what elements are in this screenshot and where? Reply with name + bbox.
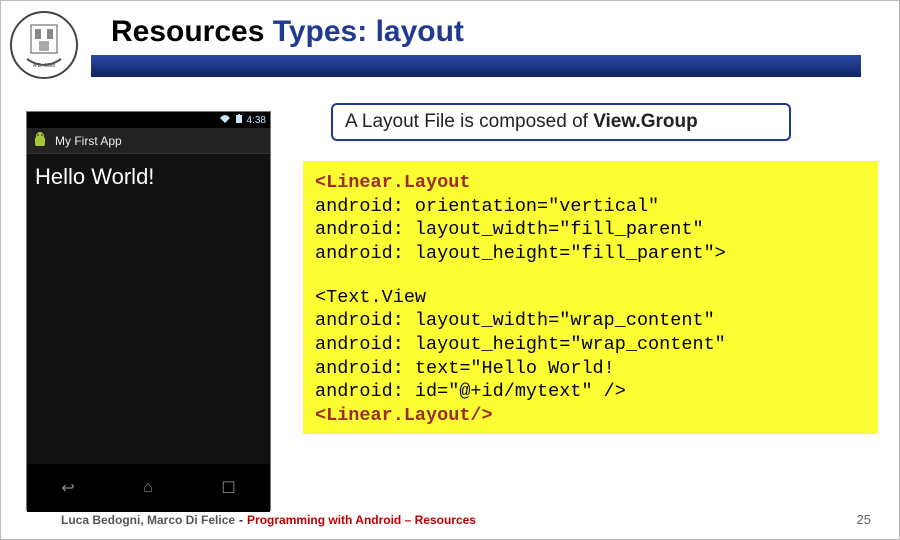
- title-part-1: Resources: [111, 15, 273, 48]
- slide-title: Resources Types: layout: [111, 15, 464, 49]
- footer-sep: -: [239, 513, 243, 527]
- code-line: android: layout_height="wrap_content": [315, 333, 866, 357]
- code-line: <Text.View: [315, 286, 866, 310]
- code-tag-open-linearlayout: <Linear.Layout: [315, 172, 470, 193]
- phone-mock: 4:38 My First App Hello World! ↩ ⌂ ☐: [26, 111, 271, 511]
- callout-box: A Layout File is composed of View.Group: [331, 103, 791, 141]
- university-seal: A.D. 1088: [9, 5, 79, 85]
- code-line: android: layout_height="fill_parent">: [315, 242, 866, 266]
- hello-world-text: Hello World!: [35, 164, 154, 189]
- nav-back-icon: ↩: [61, 478, 74, 498]
- code-line: android: text="Hello World!: [315, 357, 866, 381]
- phone-nav-bar: ↩ ⌂ ☐: [27, 464, 270, 512]
- code-line: android: id="@+id/mytext" />: [315, 380, 866, 404]
- footer-course: Programming with Android – Resources: [247, 513, 476, 527]
- svg-text:A.D. 1088: A.D. 1088: [33, 63, 55, 69]
- wifi-icon: [219, 114, 231, 127]
- xml-code-block: <Linear.Layout android: orientation="ver…: [303, 161, 878, 434]
- code-line: android: orientation="vertical": [315, 195, 866, 219]
- battery-icon: [235, 114, 243, 127]
- footer-authors: Luca Bedogni, Marco Di Felice: [61, 513, 235, 527]
- android-robot-icon: [31, 132, 49, 150]
- callout-bold: View.Group: [593, 111, 698, 132]
- code-line: android: layout_width="wrap_content": [315, 309, 866, 333]
- nav-home-icon: ⌂: [143, 479, 153, 497]
- status-time: 4:38: [247, 115, 266, 126]
- callout-text: A Layout File is composed of: [345, 111, 593, 132]
- phone-action-bar: My First App: [27, 128, 270, 154]
- title-part-3: layout: [376, 15, 464, 48]
- app-title: My First App: [55, 134, 122, 148]
- title-banner: [91, 55, 861, 77]
- nav-recent-icon: ☐: [221, 478, 235, 498]
- code-tag-close-linearlayout: <Linear.Layout/>: [315, 405, 493, 426]
- code-line: android: layout_width="fill_parent": [315, 218, 866, 242]
- phone-status-bar: 4:38: [27, 112, 270, 128]
- slide-number: 25: [857, 512, 871, 527]
- phone-content: Hello World!: [27, 154, 270, 464]
- title-part-2: Types:: [273, 15, 376, 48]
- slide-footer: Luca Bedogni, Marco Di Felice - Programm…: [61, 512, 871, 527]
